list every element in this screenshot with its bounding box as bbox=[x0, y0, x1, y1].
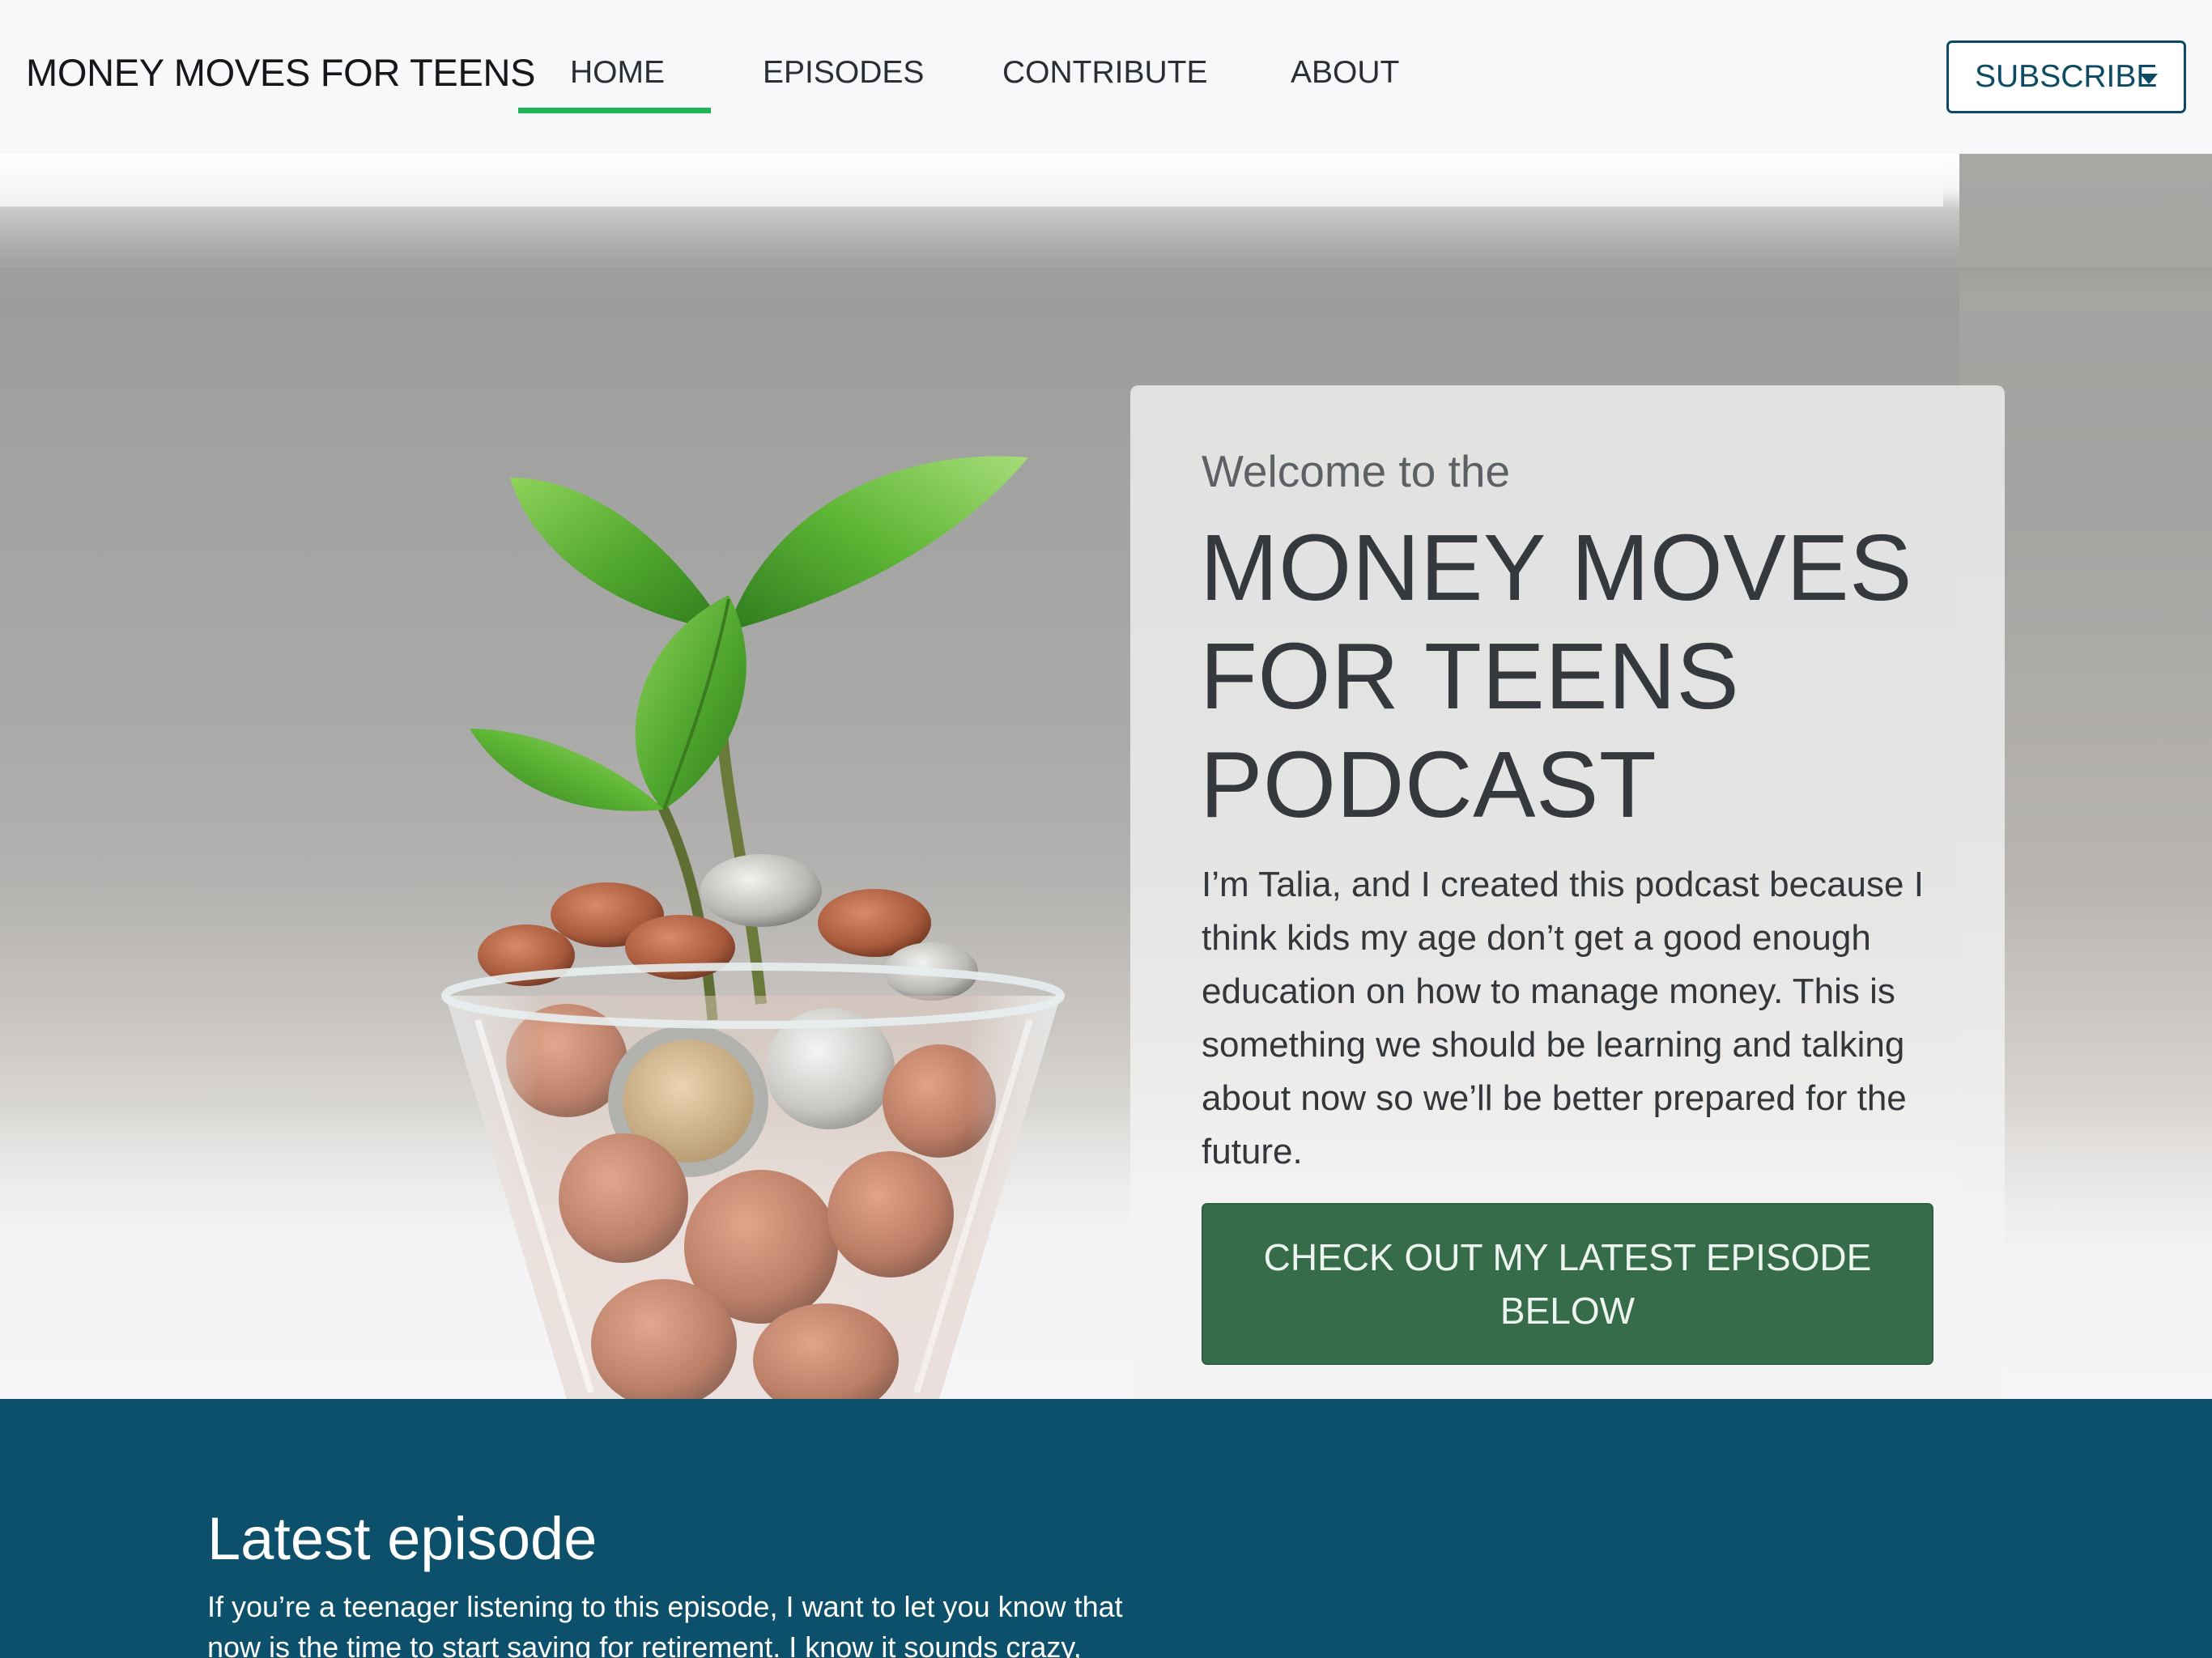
subscribe-dropdown-button[interactable]: SUBSCRIBE bbox=[1946, 40, 2186, 113]
hero-title-line: PODCAST bbox=[1200, 732, 1657, 837]
hero-title: MONEY MOVES FOR TEENS PODCAST bbox=[1200, 513, 1977, 839]
nav-about-link[interactable]: ABOUT bbox=[1291, 55, 1399, 91]
hero-background-window bbox=[0, 154, 1943, 206]
hero-description: I’m Talia, and I created this podcast be… bbox=[1202, 865, 1924, 1171]
hero-background-ledge bbox=[0, 267, 2212, 291]
latest-episode-heading: Latest episode bbox=[207, 1505, 598, 1572]
welcome-text: Welcome to the bbox=[1202, 446, 1511, 496]
caret-down-icon bbox=[2140, 74, 2158, 84]
latest-episode-section: Latest episode If you’re a teenager list… bbox=[0, 1399, 2212, 1658]
hero-title-line: FOR TEENS bbox=[1200, 623, 1740, 729]
nav-episodes-link[interactable]: EPISODES bbox=[763, 55, 924, 91]
hero-section: Welcome to the MONEY MOVES FOR TEENS POD… bbox=[0, 154, 2212, 1399]
hero-intro-card: Welcome to the MONEY MOVES FOR TEENS POD… bbox=[1130, 385, 2005, 1399]
top-navbar: MONEY MOVES FOR TEENS HOME EPISODES CONT… bbox=[0, 0, 2212, 154]
nav-contribute-link[interactable]: CONTRIBUTE bbox=[1002, 55, 1208, 91]
nav-home-link[interactable]: HOME bbox=[570, 55, 665, 91]
active-nav-indicator bbox=[518, 108, 711, 113]
hero-title-line: MONEY MOVES bbox=[1200, 515, 1912, 620]
cta-label: CHECK OUT MY LATEST EPISODE BELOW bbox=[1263, 1236, 1872, 1332]
plant-coin-jar-image bbox=[441, 456, 1065, 1399]
latest-episode-text: If you’re a teenager listening to this e… bbox=[207, 1590, 1123, 1658]
subscribe-label: SUBSCRIBE bbox=[1975, 59, 2158, 94]
site-brand[interactable]: MONEY MOVES FOR TEENS bbox=[26, 50, 535, 95]
latest-episode-cta-button[interactable]: CHECK OUT MY LATEST EPISODE BELOW bbox=[1202, 1203, 1933, 1365]
